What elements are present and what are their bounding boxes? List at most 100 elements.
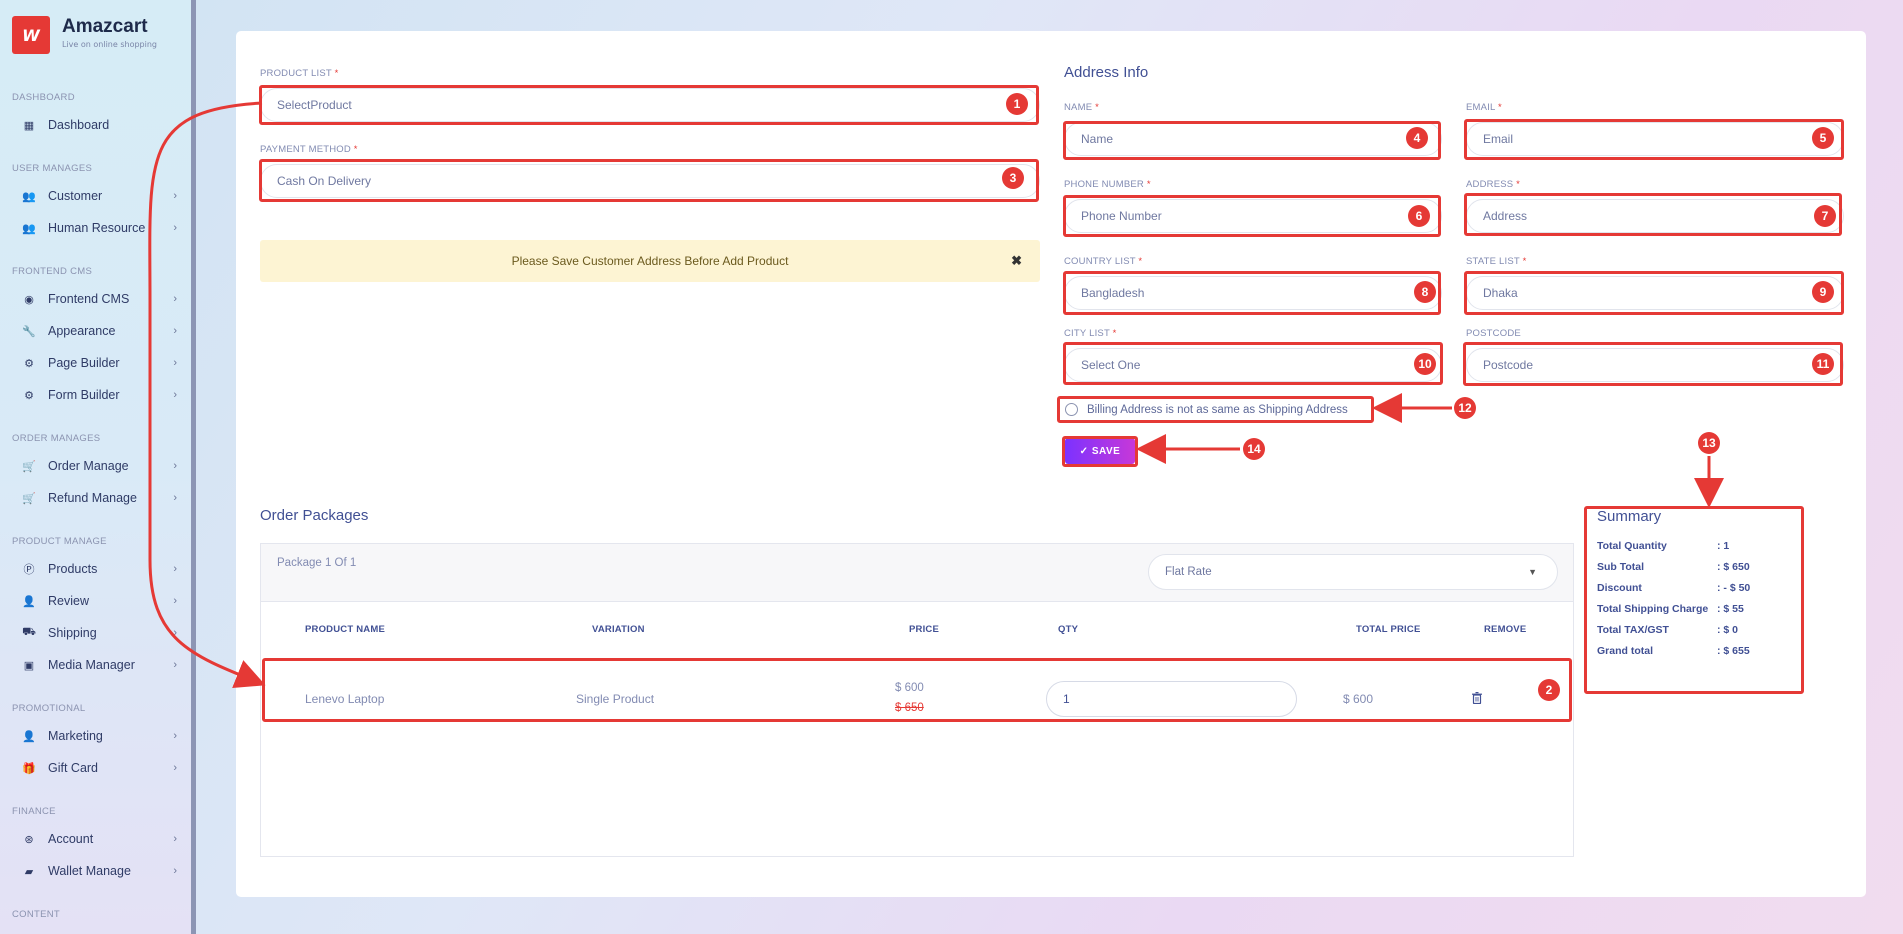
caret-down-icon: ▼ [1528,567,1537,577]
price-cell: $ 600 [895,682,924,694]
summary-label: Sub Total [1597,561,1645,573]
chevron-right-icon: › [173,325,177,337]
chevron-right-icon: › [173,222,177,234]
postcode-label: POSTCODE [1466,328,1521,339]
sidebar-item-gift-card[interactable]: 🎁 Gift Card › [0,752,191,784]
column-header: REMOVE [1484,624,1527,635]
sidebar-item-label: Human Resource [48,221,146,235]
product-list-label: PRODUCT LIST * [260,68,339,79]
sidebar-section-title: PROMOTIONAL [12,703,86,714]
sidebar: W Amazcart Live on online shopping DASHB… [0,0,196,934]
save-button[interactable]: ✓ SAVE [1065,438,1135,464]
user-icon: 👤 [22,730,36,743]
sidebar-item-dashboard[interactable]: ▦ Dashboard [0,109,191,141]
sidebar-item-account[interactable]: ⊛ Account › [0,823,191,855]
coin-icon: ⊛ [24,833,34,846]
chevron-right-icon: › [173,293,177,305]
save-address-alert: Please Save Customer Address Before Add … [260,240,1040,282]
annotation-badge: 6 [1408,205,1430,227]
qty-input[interactable]: 1 [1046,681,1297,717]
product-list-select[interactable]: SelectProduct [260,88,1040,122]
alert-text: Please Save Customer Address Before Add … [511,254,789,268]
sidebar-item-order-manage[interactable]: 🛒 Order Manage › [0,450,191,482]
shipping-method-select[interactable]: Flat Rate ▼ [1148,554,1558,590]
summary-value: : $ 55 [1717,603,1744,615]
package-label: Package 1 Of 1 [277,557,357,569]
chevron-right-icon: › [173,190,177,202]
sidebar-item-frontend-cms[interactable]: ◉ Frontend CMS › [0,283,191,315]
sidebar-item-customer[interactable]: 👥 Customer › [0,180,191,212]
sidebar-item-products[interactable]: Ⓟ Products › [0,553,191,585]
summary-value: : $ 655 [1717,645,1750,657]
column-header: QTY [1058,624,1079,635]
sidebar-section-title: DASHBOARD [12,92,75,103]
sidebar-item-page-builder[interactable]: ⚙ Page Builder › [0,347,191,379]
sidebar-item-label: Review [48,594,89,608]
billing-different-option[interactable]: Billing Address is not as same as Shippi… [1065,403,1348,416]
sidebar-item-label: Refund Manage [48,491,137,505]
sidebar-item-shipping[interactable]: ⛟ Shipping › [0,617,191,649]
summary-label: Total TAX/GST [1597,624,1669,636]
sidebar-item-review[interactable]: 👤 Review › [0,585,191,617]
city-select[interactable]: Select One [1064,348,1442,382]
sidebar-item-label: Customer [48,189,103,203]
sidebar-item-label: Media Manager [48,658,135,672]
chevron-right-icon: › [173,389,177,401]
state-select[interactable]: Dhaka [1466,276,1844,310]
sidebar-item-wallet-manage[interactable]: ▰ Wallet Manage › [0,855,191,887]
postcode-input[interactable]: Postcode [1466,348,1844,382]
summary-value: : 1 [1717,540,1730,552]
sidebar-item-label: Order Manage [48,459,129,473]
sidebar-item-label: Account [48,832,94,846]
name-input[interactable]: Name [1064,122,1442,156]
truck-icon: ⛟ [22,626,36,638]
sidebar-item-marketing[interactable]: 👤 Marketing › [0,720,191,752]
email-input[interactable]: Email [1466,122,1844,156]
chevron-right-icon: › [173,627,177,639]
sidebar-section-title: CONTENT [12,909,61,920]
package-box: Package 1 Of 1 Flat Rate ▼ PRODUCT NAME … [260,543,1574,857]
summary-row: Total Shipping Charge : $ 55 [1597,603,1744,615]
sidebar-item-appearance[interactable]: 🔧 Appearance › [0,315,191,347]
sidebar-item-media-manager[interactable]: ▣ Media Manager › [0,649,191,681]
product-icon: Ⓟ [23,564,35,576]
eye-icon: ◉ [24,293,34,306]
summary-title: Summary [1597,508,1662,525]
sidebar-item-label: Gift Card [48,761,99,775]
annotation-badge: 12 [1454,397,1476,419]
annotation-badge: 10 [1414,353,1436,375]
country-select[interactable]: Bangladesh [1064,276,1442,310]
annotation-badge: 5 [1812,127,1834,149]
radio-button[interactable] [1065,403,1078,416]
close-icon[interactable]: ✖ [1011,253,1022,269]
sidebar-item-form-builder[interactable]: ⚙ Form Builder › [0,379,191,411]
cart-icon: 🛒 [22,492,36,505]
trash-icon[interactable] [1472,692,1482,704]
column-header: VARIATION [592,624,645,635]
chevron-right-icon: › [173,357,177,369]
sidebar-item-human-resource[interactable]: 👥 Human Resource › [0,212,191,244]
sidebar-section-title: FRONTEND CMS [12,266,93,277]
summary-row: Total TAX/GST: $ 0 [1597,624,1738,636]
cogs-icon: ⚙ [24,389,34,402]
payment-method-select[interactable]: Cash On Delivery [260,164,1040,198]
summary-row: Sub Total : $ 650 [1597,561,1750,573]
chevron-right-icon: › [173,492,177,504]
sidebar-item-label: Products [48,562,98,576]
old-price-cell: $ 650 [895,702,924,714]
sidebar-item-refund-manage[interactable]: 🛒 Refund Manage › [0,482,191,514]
chevron-right-icon: › [173,563,177,575]
address-input[interactable]: Address [1466,199,1844,233]
grid-icon: ▦ [23,119,35,132]
brand-tagline: Live on online shopping [62,40,157,49]
annotation-badge: 3 [1002,167,1024,189]
phone-input[interactable]: Phone Number [1064,199,1442,233]
chevron-right-icon: › [173,762,177,774]
sidebar-item-label: Shipping [48,626,97,640]
summary-label: Total Shipping Charge [1597,603,1709,615]
chevron-right-icon: › [173,659,177,671]
summary-value: : $ 650 [1717,561,1750,573]
brand[interactable]: W Amazcart Live on online shopping [12,16,157,54]
sidebar-section-title: PRODUCT MANAGE [12,536,107,547]
total-price-cell: $ 600 [1343,692,1374,706]
